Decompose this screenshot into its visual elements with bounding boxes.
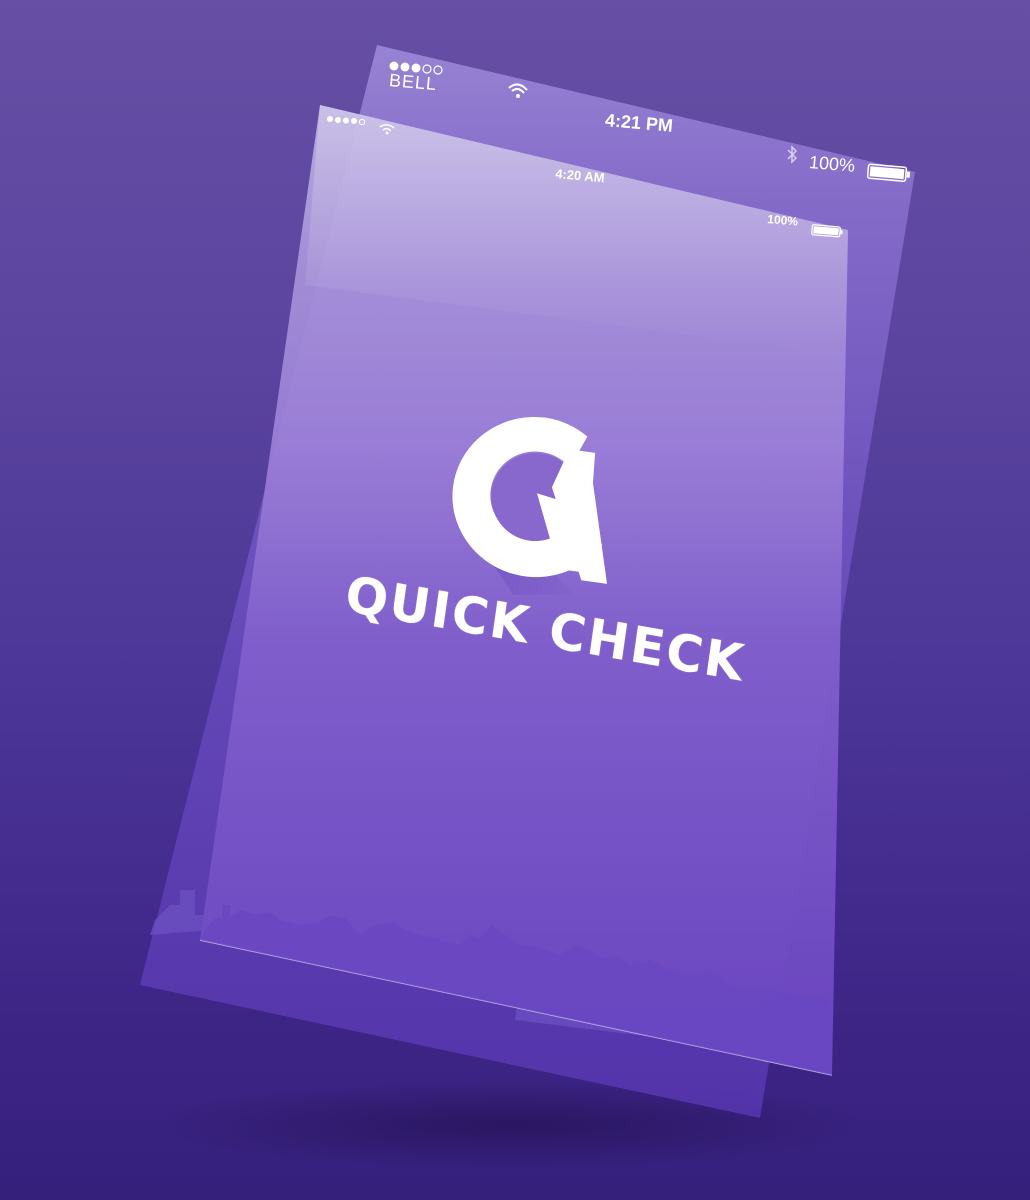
app-mockup-scene: BELL 4:21 PM 100% 4:20 AM 100% QUICK CHE…: [0, 0, 1030, 1200]
front-signal-dots-icon: [327, 116, 366, 126]
front-battery-percent: 100%: [766, 212, 799, 229]
front-phone-screen: 4:20 AM 100% QUICK CHECK: [0, 0, 1030, 1200]
front-wifi-icon: [379, 124, 395, 135]
front-battery-icon: [811, 224, 843, 238]
q-logo-icon: [452, 417, 608, 595]
